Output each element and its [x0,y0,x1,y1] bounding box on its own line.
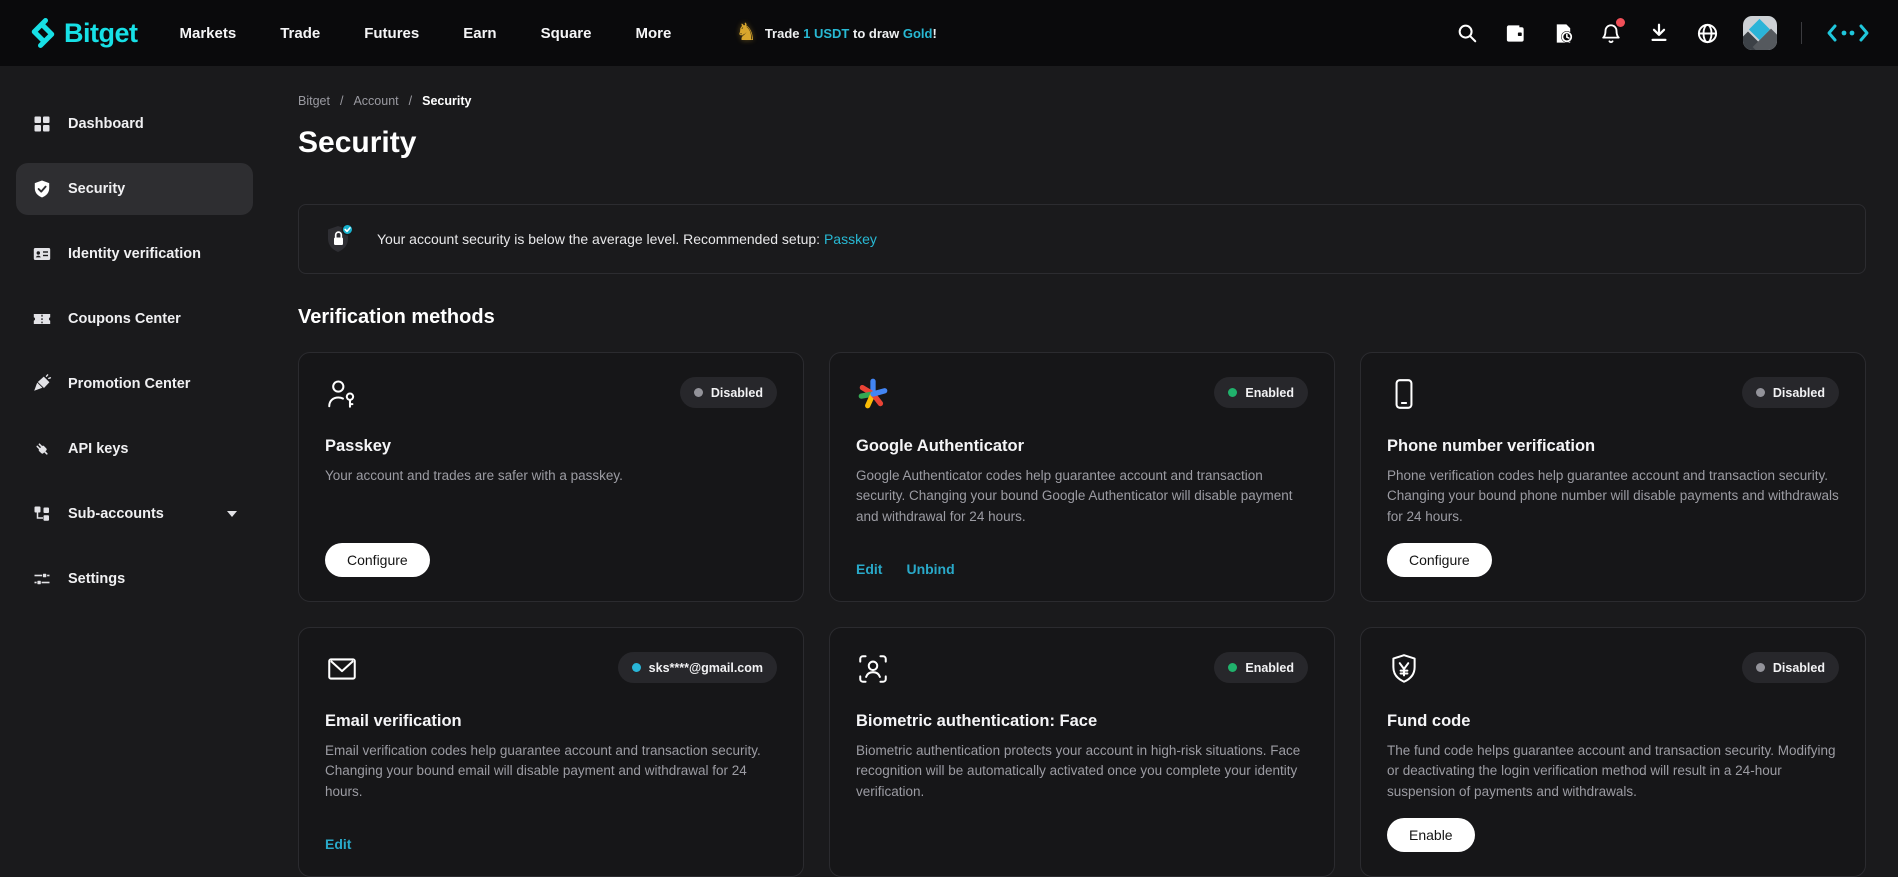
card-description: Your account and trades are safer with a… [325,466,777,486]
notification-dot [1616,18,1625,27]
wallet-icon[interactable] [1503,21,1527,45]
nav-item-square[interactable]: Square [541,25,592,42]
shield-icon [32,179,52,199]
org-tree-icon [32,504,52,524]
card-title: Phone number verification [1387,437,1839,456]
nav-item-trade[interactable]: Trade [280,25,320,42]
card-title: Biometric authentication: Face [856,712,1308,731]
status-badge: Disabled [1742,377,1839,408]
card-email-verification: sks****@gmail.com Email verification Ema… [298,627,804,877]
id-card-icon [32,244,52,264]
nav-item-futures[interactable]: Futures [364,25,419,42]
card-fund-code: Disabled Fund code The fund code helps g… [1360,627,1866,877]
edit-link[interactable]: Edit [856,561,882,577]
card-title: Google Authenticator [856,437,1308,456]
topbar-actions [1455,16,1870,50]
sidebar-item-promotion-center[interactable]: Promotion Center [16,358,253,410]
enable-button[interactable]: Enable [1387,818,1475,852]
status-dot [632,663,641,672]
top-navigation: Markets Trade Futures Earn Square More [180,25,672,42]
card-description: Biometric authentication protects your a… [856,741,1308,802]
breadcrumb-separator: / [409,94,412,108]
status-dot [1228,663,1237,672]
breadcrumb-separator: / [340,94,343,108]
breadcrumb-security: Security [422,94,471,108]
card-description: Google Authenticator codes help guarante… [856,466,1308,527]
card-biometric-face: Enabled Biometric authentication: Face B… [829,627,1335,877]
page-title: Security [298,126,1866,160]
card-phone-verification: Disabled Phone number verification Phone… [1360,352,1866,602]
card-description: Email verification codes help guarantee … [325,741,777,802]
breadcrumb-bitget[interactable]: Bitget [298,94,330,108]
status-dot [1756,663,1765,672]
download-icon[interactable] [1647,21,1671,45]
card-passkey: Disabled Passkey Your account and trades… [298,352,804,602]
orders-icon[interactable] [1551,21,1575,45]
nav-item-earn[interactable]: Earn [463,25,496,42]
fund-shield-icon [1387,652,1421,686]
promo-text: Trade 1 USDT to draw Gold! [765,26,937,41]
collapse-icon[interactable] [1826,21,1870,45]
topbar-divider [1801,22,1802,44]
nav-item-markets[interactable]: Markets [180,25,237,42]
sidebar-item-settings[interactable]: Settings [16,553,253,605]
topbar: Bitget Markets Trade Futures Earn Square… [0,0,1898,66]
bitget-logo[interactable]: Bitget [28,18,138,49]
card-description: The fund code helps guarantee account an… [1387,741,1839,802]
google-authenticator-icon [856,377,890,411]
configure-button[interactable]: Configure [325,543,430,577]
avatar[interactable] [1743,16,1777,50]
promo-banner[interactable]: ♞ Trade 1 USDT to draw Gold! [735,21,937,45]
notifications-icon[interactable] [1599,21,1623,45]
bitget-logo-icon [28,18,58,48]
edit-link[interactable]: Edit [325,836,351,852]
alert-text: Your account security is below the avera… [377,231,877,247]
chevron-down-icon [227,511,237,517]
verification-cards-grid: Disabled Passkey Your account and trades… [298,352,1866,877]
status-badge: Enabled [1214,652,1308,683]
status-dot [694,388,703,397]
sliders-icon [32,569,52,589]
status-dot [1228,388,1237,397]
nav-item-more[interactable]: More [635,25,671,42]
card-title: Passkey [325,437,777,456]
card-title: Fund code [1387,712,1839,731]
card-description: Phone verification codes help guarantee … [1387,466,1839,527]
breadcrumb-account[interactable]: Account [353,94,398,108]
sidebar-item-dashboard[interactable]: Dashboard [16,98,253,150]
section-title: Verification methods [298,306,1866,329]
email-badge: sks****@gmail.com [618,652,777,683]
security-alert-banner: Your account security is below the avera… [298,204,1866,274]
card-title: Email verification [325,712,777,731]
sidebar-item-security[interactable]: Security [16,163,253,215]
ticket-icon [32,309,52,329]
sidebar-item-coupons-center[interactable]: Coupons Center [16,293,253,345]
face-scan-icon [856,652,890,686]
brand-name: Bitget [64,18,138,49]
sidebar-item-api-keys[interactable]: API keys [16,423,253,475]
passkey-link[interactable]: Passkey [824,231,877,247]
plug-icon [32,439,52,459]
dashboard-icon [32,114,52,134]
sidebar-item-identity-verification[interactable]: Identity verification [16,228,253,280]
sidebar-item-sub-accounts[interactable]: Sub-accounts [16,488,253,540]
megaphone-icon [32,374,52,394]
search-icon[interactable] [1455,21,1479,45]
status-dot [1756,388,1765,397]
passkey-icon [325,377,359,411]
configure-button[interactable]: Configure [1387,543,1492,577]
status-badge: Enabled [1214,377,1308,408]
main-content: Bitget / Account / Security Security You… [278,66,1898,859]
email-icon [325,652,359,686]
language-icon[interactable] [1695,21,1719,45]
status-badge: Disabled [1742,652,1839,683]
status-badge: Disabled [680,377,777,408]
sidebar: Dashboard Security Identity verification… [0,66,278,859]
card-google-authenticator: Enabled Google Authenticator Google Auth… [829,352,1335,602]
unbind-link[interactable]: Unbind [906,561,954,577]
phone-icon [1387,377,1421,411]
breadcrumb: Bitget / Account / Security [298,94,1866,108]
gold-horse-icon: ♞ [735,21,757,45]
lock-shield-icon [321,221,357,257]
